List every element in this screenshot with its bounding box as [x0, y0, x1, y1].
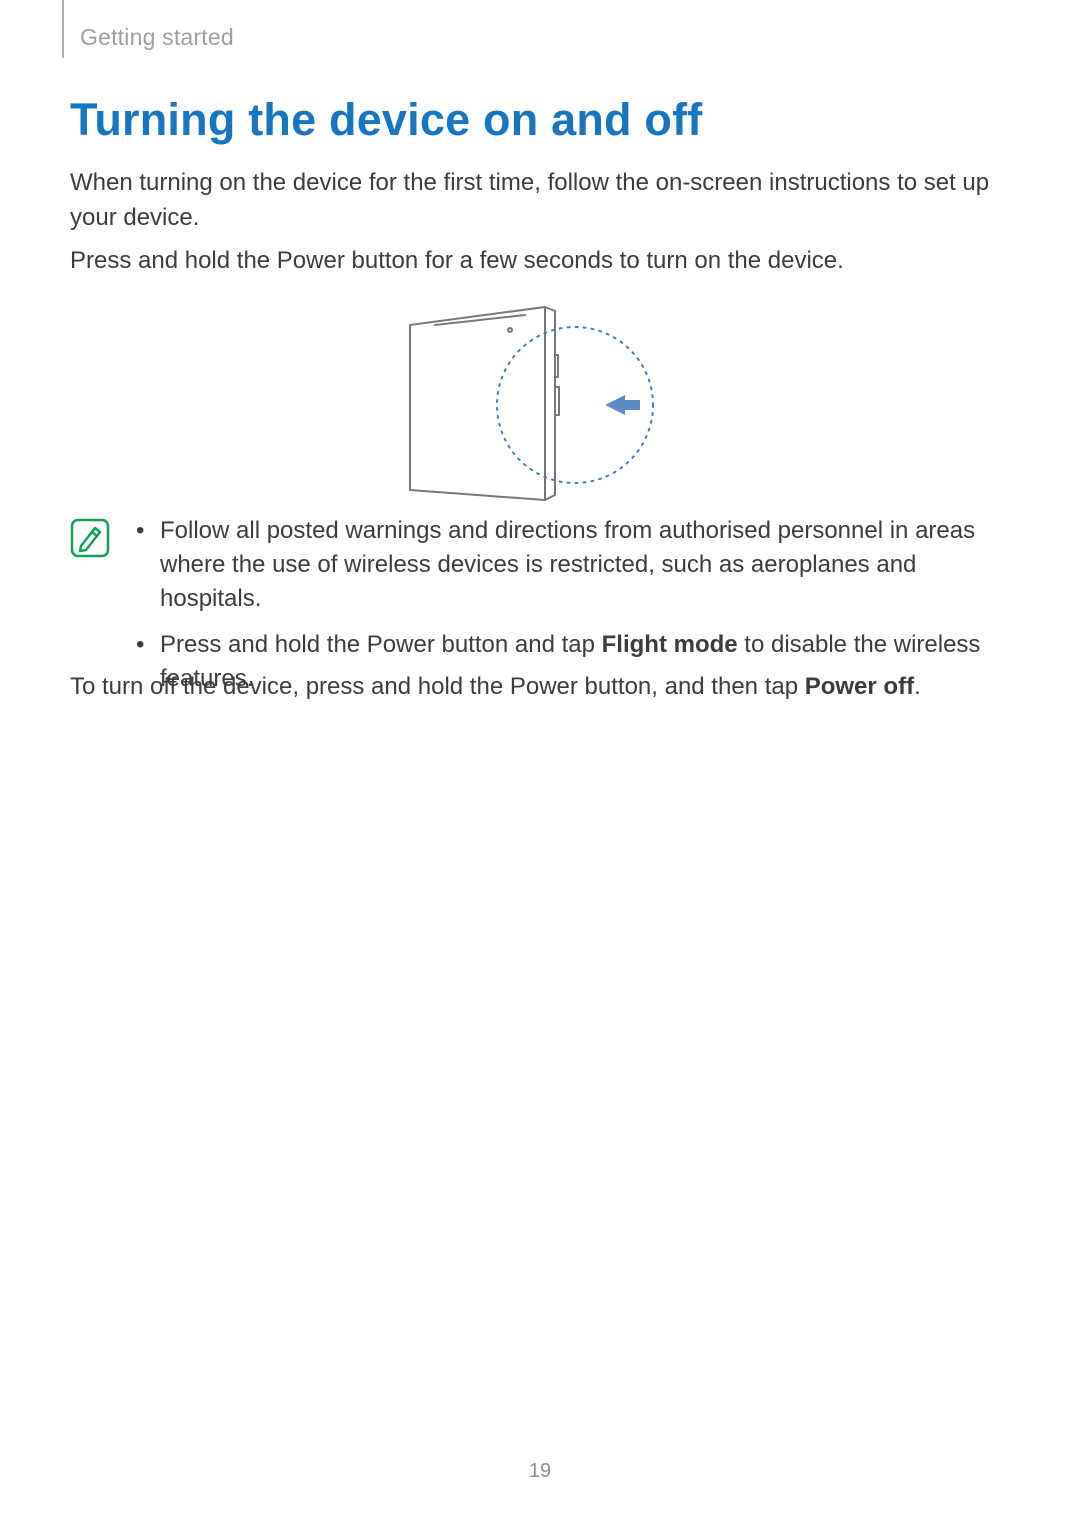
note-item-2-prefix: Press and hold the Power button and tap: [160, 631, 602, 658]
page-title: Turning the device on and off: [70, 94, 702, 146]
power-off-bold: Power off: [805, 673, 914, 700]
power-off-paragraph: To turn off the device, press and hold t…: [70, 670, 1010, 705]
intro-paragraph-1: When turning on the device for the first…: [70, 166, 1010, 236]
press-arrow-icon: [605, 395, 640, 415]
note-item-1-text: Follow all posted warnings and direction…: [160, 517, 975, 612]
header-rule: [62, 0, 64, 58]
manual-page: Getting started Turning the device on an…: [0, 0, 1080, 1527]
section-header-label: Getting started: [80, 24, 234, 51]
device-diagram-svg: [380, 295, 700, 505]
power-off-prefix: To turn off the device, press and hold t…: [70, 673, 805, 700]
note-pencil-icon: [70, 518, 110, 558]
note-item-1: Follow all posted warnings and direction…: [136, 514, 1015, 616]
device-power-button-diagram: [0, 290, 1080, 510]
page-number: 19: [0, 1460, 1080, 1483]
intro-paragraph-2: Press and hold the Power button for a fe…: [70, 244, 1010, 279]
note-item-2-bold: Flight mode: [602, 631, 738, 658]
power-off-suffix: .: [914, 673, 921, 700]
